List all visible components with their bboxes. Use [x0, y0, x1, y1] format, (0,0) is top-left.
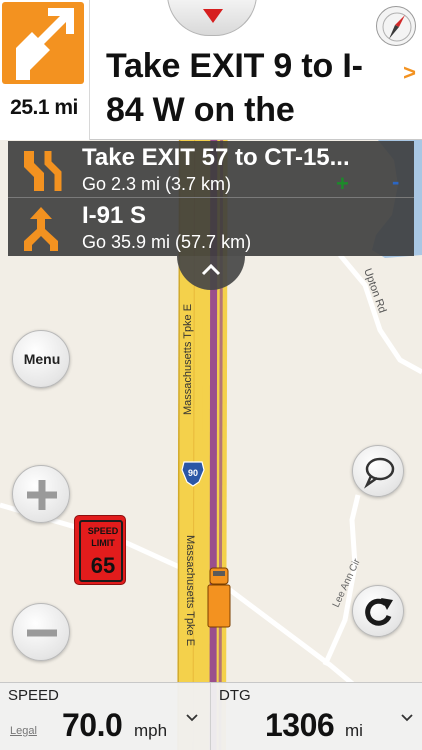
speed-panel[interactable]: SPEED Legal 70.0 mph: [0, 683, 211, 750]
dtg-unit: mi: [345, 721, 363, 740]
chevron-up-icon: [201, 263, 221, 276]
menu-button[interactable]: Menu: [12, 330, 70, 388]
plus-icon: [27, 480, 57, 510]
list-item[interactable]: I-91 S Go 35.9 mi (57.7 km): [8, 199, 414, 256]
rotate-arrow-icon: [365, 598, 393, 626]
speed-value: 70.0: [62, 707, 123, 743]
vehicle-position-icon: [207, 567, 231, 628]
maneuver-detail: Go 2.3 mi (3.7 km): [82, 174, 232, 194]
bear-right-arrow-icon: [2, 2, 84, 84]
speed-label: SPEED: [8, 687, 59, 704]
instruction-banner[interactable]: 25.1 mi Take EXIT 9 to I-84 W on the >: [0, 0, 422, 140]
road-label: Massachusetts Tpke E: [182, 304, 194, 415]
triangle-down-icon: [203, 9, 223, 23]
speed-limit-value: 65: [90, 553, 116, 578]
recalculate-route-button[interactable]: [352, 585, 404, 637]
status-bar: SPEED Legal 70.0 mph DTG 1306 mi: [0, 682, 422, 750]
svg-text:90: 90: [188, 468, 198, 478]
distance-to-go-panel[interactable]: DTG 1306 mi: [211, 683, 422, 750]
speed-limit-sign: SPEED LIMIT 65: [74, 515, 126, 585]
turn-panel[interactable]: 25.1 mi: [0, 0, 90, 140]
exit-left-arrow-icon: [18, 147, 64, 193]
maneuver-instruction: Take EXIT 9 to I-84 W on the: [106, 47, 363, 129]
chevron-down-icon[interactable]: [401, 711, 413, 725]
maneuver-title: I-91 S: [82, 202, 147, 229]
legal-link[interactable]: Legal: [10, 725, 37, 737]
zoom-out-button[interactable]: [12, 603, 70, 661]
zoom-in-mini-button[interactable]: +: [336, 171, 349, 197]
upton-road: [338, 253, 422, 375]
road-label: Massachusetts Tpke E: [184, 535, 196, 646]
zoom-in-button[interactable]: [12, 465, 70, 523]
voice-guidance-button[interactable]: [352, 445, 404, 497]
fork-arrow-icon: [18, 205, 64, 251]
menu-label: Menu: [23, 351, 61, 367]
maneuver-detail: Go 35.9 mi (57.7 km): [82, 232, 252, 252]
maneuver-distance: 25.1 mi: [10, 96, 78, 119]
list-item[interactable]: Take EXIT 57 to CT-15... Go 2.3 mi (3.7 …: [8, 141, 414, 198]
chevron-down-icon[interactable]: [186, 711, 198, 725]
zoom-out-mini-button[interactable]: -: [392, 169, 399, 195]
speed-limit-label: LIMIT: [91, 538, 115, 548]
next-maneuver-button[interactable]: >: [403, 60, 416, 86]
speed-unit: mph: [134, 721, 168, 740]
compass-icon[interactable]: [376, 6, 416, 46]
speech-bubble-icon: [364, 457, 395, 489]
toggle-banner-button[interactable]: [167, 0, 257, 36]
upcoming-maneuvers-list[interactable]: Take EXIT 57 to CT-15... Go 2.3 mi (3.7 …: [8, 141, 414, 256]
dtg-value: 1306: [265, 707, 335, 743]
speed-limit-label: SPEED: [87, 526, 119, 536]
maneuver-title: Take EXIT 57 to CT-15...: [82, 144, 350, 171]
dtg-label: DTG: [219, 687, 251, 704]
minus-icon: [27, 629, 57, 637]
